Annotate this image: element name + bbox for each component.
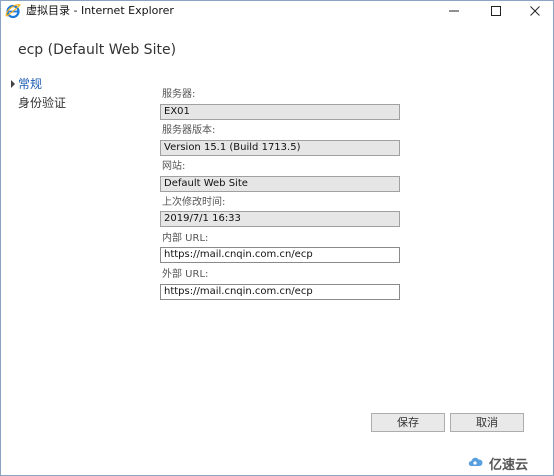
last-modified-label: 上次修改时间:: [162, 197, 226, 208]
external-url-label: 外部 URL:: [162, 269, 209, 280]
last-modified-field: 2019/7/1 16:33: [160, 211, 400, 227]
internal-url-input[interactable]: https://mail.cnqin.com.cn/ecp: [160, 247, 400, 263]
nav-item-general[interactable]: 常规: [11, 76, 43, 92]
cloud-logo-icon: [467, 453, 485, 473]
website-field: Default Web Site: [160, 176, 400, 192]
nav-item-label: 常规: [18, 77, 43, 91]
close-button[interactable]: [519, 1, 551, 21]
server-version-field: Version 15.1 (Build 1713.5): [160, 140, 400, 156]
window-title: 虚拟目录 - Internet Explorer: [26, 4, 174, 17]
nav-item-label: 身份验证: [18, 96, 67, 110]
nav-item-authentication[interactable]: 身份验证: [18, 95, 66, 111]
server-label: 服务器:: [162, 89, 196, 100]
save-button[interactable]: 保存: [371, 413, 445, 432]
server-version-label: 服务器版本:: [162, 125, 216, 136]
external-url-input[interactable]: https://mail.cnqin.com.cn/ecp: [160, 284, 400, 300]
watermark: 亿速云: [467, 453, 528, 473]
title-bar[interactable]: 虚拟目录 - Internet Explorer: [1, 1, 553, 21]
dialog-window: 虚拟目录 - Internet Explorer ecp (Default We…: [0, 0, 554, 476]
server-field: EX01: [160, 104, 400, 120]
selected-arrow-icon: [11, 80, 15, 88]
cancel-button[interactable]: 取消: [450, 413, 524, 432]
maximize-button[interactable]: [480, 1, 512, 21]
maximize-icon: [490, 5, 502, 17]
website-label: 网站:: [162, 161, 186, 172]
watermark-text: 亿速云: [489, 457, 529, 473]
internal-url-label: 内部 URL:: [162, 233, 209, 244]
minimize-icon: [448, 5, 460, 17]
minimize-button[interactable]: [438, 1, 470, 21]
ie-icon: [5, 3, 22, 19]
close-icon: [529, 5, 541, 17]
page-title: ecp (Default Web Site): [18, 42, 177, 58]
